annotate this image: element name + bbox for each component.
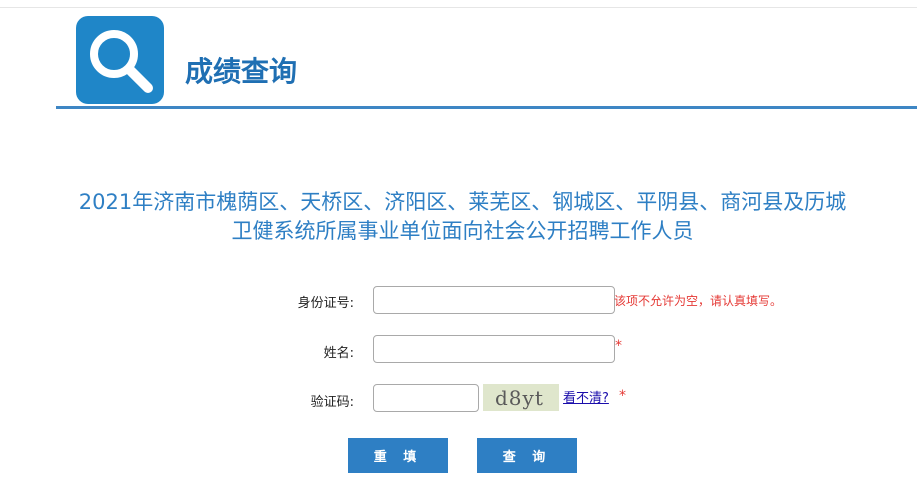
headline-line-1: 2021年济南市槐荫区、天桥区、济阳区、莱芜区、钢城区、平阴县、商河县及历城 bbox=[78, 190, 847, 214]
name-required-mark: * bbox=[615, 338, 622, 354]
name-label: 姓名: bbox=[323, 346, 354, 361]
name-input[interactable] bbox=[373, 335, 615, 363]
page-title: 成绩查询 bbox=[185, 55, 298, 88]
id-number-input[interactable] bbox=[373, 286, 615, 314]
captcha-input[interactable] bbox=[373, 384, 479, 412]
headline-line-2: 卫健系统所属事业单位面向社会公开招聘工作人员 bbox=[231, 219, 694, 243]
refresh-captcha-link[interactable]: 看不清? bbox=[563, 387, 609, 406]
id-number-error: 该项不允许为空，请认真填写。 bbox=[614, 294, 783, 308]
id-number-label: 身份证号: bbox=[297, 296, 354, 311]
captcha-label: 验证码: bbox=[310, 395, 354, 410]
captcha-required-mark: * bbox=[619, 388, 626, 404]
captcha-image[interactable]: d8yt bbox=[483, 384, 559, 411]
captcha-text: d8yt bbox=[495, 386, 544, 410]
query-button[interactable]: 查 询 bbox=[477, 438, 577, 473]
headline: 2021年济南市槐荫区、天桥区、济阳区、莱芜区、钢城区、平阴县、商河县及历城 卫… bbox=[40, 188, 885, 246]
header-divider bbox=[56, 106, 917, 109]
reset-button[interactable]: 重 填 bbox=[348, 438, 448, 473]
top-divider bbox=[0, 7, 917, 8]
search-icon bbox=[76, 16, 164, 104]
